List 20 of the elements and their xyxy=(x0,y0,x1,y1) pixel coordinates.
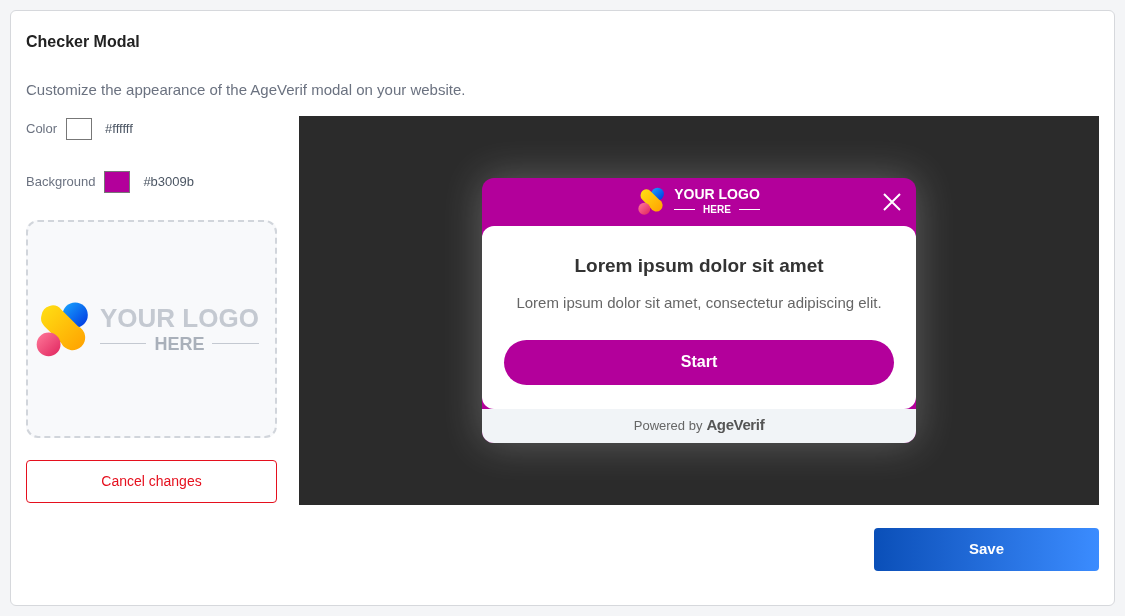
color-value: #ffffff xyxy=(105,120,133,139)
save-button[interactable]: Save xyxy=(874,527,1099,571)
description: Customize the appearance of the AgeVerif modal on your website. xyxy=(26,80,467,100)
powered-by-text: Powered by xyxy=(633,416,703,435)
logo-subtitle: HERE xyxy=(154,334,205,353)
cancel-changes-button[interactable]: Cancel changes xyxy=(26,459,277,503)
modal-text: Lorem ipsum dolor sit amet, consectetur adipiscing elit. xyxy=(516,293,882,313)
color-value: #b3009b xyxy=(143,173,194,192)
logo-subtitle: HERE xyxy=(703,204,731,215)
logo-icon xyxy=(638,186,667,215)
modal-heading: Lorem ipsum dolor sit amet xyxy=(574,253,824,278)
section-title: Checker Modal xyxy=(26,32,141,52)
color-swatch[interactable] xyxy=(104,171,131,193)
brand-logo: AgeVerif xyxy=(706,415,765,436)
start-button[interactable]: Start xyxy=(504,339,894,385)
logo-title: YOUR LOGO xyxy=(674,186,760,201)
field-label: Color xyxy=(26,120,58,139)
close-icon[interactable] xyxy=(882,191,902,212)
color-swatch[interactable] xyxy=(66,118,93,140)
field-label: Background xyxy=(26,173,96,192)
